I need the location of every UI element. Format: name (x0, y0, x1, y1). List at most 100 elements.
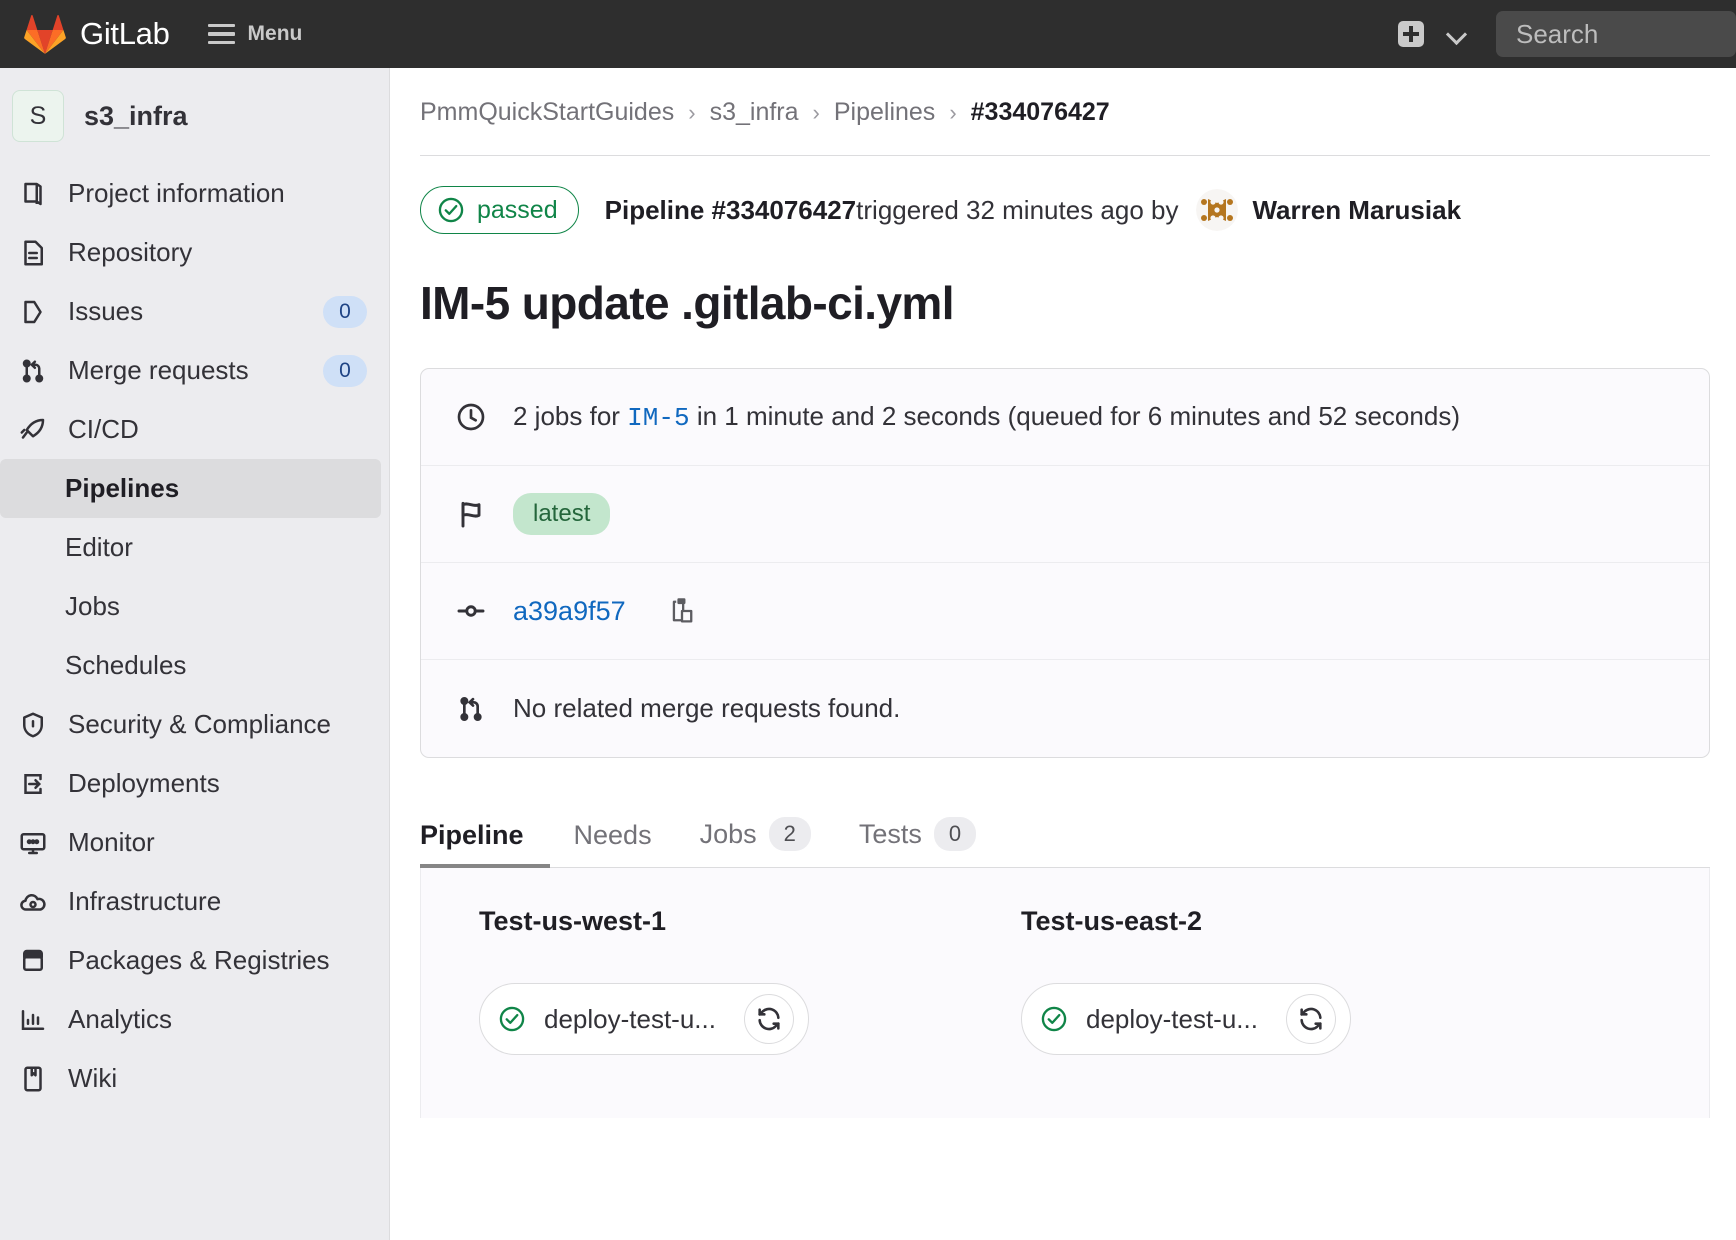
pipeline-tabs: Pipeline Needs Jobs 2 Tests 0 (420, 806, 1710, 868)
commit-sha-link[interactable]: a39a9f57 (513, 596, 626, 627)
sidebar-item-label: Security & Compliance (68, 709, 331, 740)
flag-icon (455, 498, 487, 530)
tab-needs[interactable]: Needs (550, 820, 676, 867)
breadcrumb-current: #334076427 (971, 98, 1110, 127)
job-card[interactable]: deploy-test-u... (479, 983, 809, 1055)
sidebar-item-label: Deployments (68, 768, 220, 799)
merge-request-row: No related merge requests found. (421, 660, 1709, 757)
deployments-icon (18, 769, 48, 799)
sidebar-item-label: Packages & Registries (68, 945, 330, 976)
pipeline-trigger-info: Pipeline #334076427 triggered 32 minutes… (605, 189, 1461, 231)
sidebar-item-analytics[interactable]: Analytics (0, 990, 389, 1049)
plus-square-icon[interactable] (1398, 21, 1424, 47)
sidebar-item-packages-registries[interactable]: Packages & Registries (0, 931, 389, 990)
tab-jobs[interactable]: Jobs 2 (676, 817, 835, 867)
status-badge[interactable]: passed (420, 186, 579, 234)
retry-button[interactable] (1286, 994, 1336, 1044)
tab-count-badge: 2 (769, 817, 811, 851)
sidebar-item-editor[interactable]: Editor (0, 518, 389, 577)
job-card[interactable]: deploy-test-u... (1021, 983, 1351, 1055)
retry-button[interactable] (744, 994, 794, 1044)
tab-pipeline[interactable]: Pipeline (420, 820, 550, 867)
breadcrumb-separator: › (688, 100, 695, 126)
sidebar-subitem-label: Pipelines (65, 473, 179, 504)
monitor-icon (18, 828, 48, 858)
pipeline-ref-link[interactable]: IM-5 (627, 403, 689, 433)
tab-count-badge: 0 (934, 817, 976, 851)
pipeline-trigger-text: triggered 32 minutes ago by (856, 195, 1178, 226)
project-sidebar: S s3_infra Project information Repositor… (0, 68, 390, 1240)
menu-button[interactable]: Menu (208, 22, 303, 46)
status-success-icon (498, 1005, 526, 1033)
cloud-gear-icon (18, 887, 48, 917)
identicon-avatar[interactable] (1196, 189, 1238, 231)
issues-icon (18, 297, 48, 327)
copy-to-clipboard-icon[interactable] (668, 596, 696, 626)
chevron-down-icon[interactable] (1446, 23, 1468, 45)
navbar-right-actions: Search (1398, 0, 1736, 68)
retry-icon (1297, 1005, 1325, 1033)
issues-count-badge: 0 (323, 296, 367, 328)
merge-request-icon (455, 693, 487, 725)
sidebar-item-jobs[interactable]: Jobs (0, 577, 389, 636)
sidebar-item-label: Merge requests (68, 355, 249, 386)
sidebar-item-label: Wiki (68, 1063, 117, 1094)
sidebar-subitem-label: Schedules (65, 650, 186, 681)
sidebar-subitem-label: Jobs (65, 591, 120, 622)
sidebar-item-label: CI/CD (68, 414, 139, 445)
sidebar-item-repository[interactable]: Repository (0, 223, 389, 282)
top-navbar: GitLab Menu Search (0, 0, 1736, 68)
menu-label: Menu (248, 22, 303, 46)
brand-label: GitLab (80, 16, 170, 52)
job-name: deploy-test-u... (544, 1004, 726, 1035)
retry-icon (755, 1005, 783, 1033)
pipeline-info-card: 2 jobs for IM-5 in 1 minute and 2 second… (420, 368, 1710, 758)
breadcrumb-separator: › (949, 100, 956, 126)
stage-name: Test-us-west-1 (479, 906, 809, 937)
jobs-summary-prefix: 2 jobs for (513, 401, 627, 431)
pipeline-number: Pipeline #334076427 (605, 195, 857, 226)
project-avatar: S (12, 90, 64, 142)
breadcrumb: PmmQuickStartGuides › s3_infra › Pipelin… (390, 68, 1736, 155)
search-input[interactable]: Search (1496, 11, 1736, 57)
sidebar-item-monitor[interactable]: Monitor (0, 813, 389, 872)
pipeline-header: passed Pipeline #334076427 triggered 32 … (390, 156, 1736, 234)
jobs-summary-text: 2 jobs for IM-5 in 1 minute and 2 second… (513, 401, 1460, 433)
sidebar-item-merge-requests[interactable]: Merge requests 0 (0, 341, 389, 400)
shield-icon (18, 710, 48, 740)
rocket-icon (18, 415, 48, 445)
analytics-icon (18, 1005, 48, 1035)
tab-tests[interactable]: Tests 0 (835, 817, 1000, 867)
sidebar-item-deployments[interactable]: Deployments (0, 754, 389, 813)
clock-icon (455, 401, 487, 433)
merge-requests-count-badge: 0 (323, 355, 367, 387)
pipeline-stage-column: Test-us-west-1 deploy-test-u... (479, 906, 809, 1118)
sidebar-item-wiki[interactable]: Wiki (0, 1049, 389, 1108)
main-content: PmmQuickStartGuides › s3_infra › Pipelin… (390, 68, 1736, 1240)
tab-label: Jobs (700, 819, 757, 850)
project-header[interactable]: S s3_infra (0, 68, 389, 164)
sidebar-item-cicd[interactable]: CI/CD (0, 400, 389, 459)
project-name: s3_infra (84, 101, 188, 132)
sidebar-item-project-information[interactable]: Project information (0, 164, 389, 223)
pipeline-graph: Test-us-west-1 deploy-test-u... Test-us-… (420, 868, 1710, 1118)
merge-requests-icon (18, 356, 48, 386)
sidebar-item-schedules[interactable]: Schedules (0, 636, 389, 695)
breadcrumb-pipelines[interactable]: Pipelines (834, 98, 935, 127)
breadcrumb-group[interactable]: PmmQuickStartGuides (420, 98, 674, 127)
sidebar-item-label: Issues (68, 296, 143, 327)
breadcrumb-project[interactable]: s3_infra (710, 98, 799, 127)
gitlab-brand[interactable]: GitLab (24, 14, 170, 54)
latest-tag-badge[interactable]: latest (513, 493, 610, 535)
tab-label: Pipeline (420, 820, 524, 851)
breadcrumb-separator: › (813, 100, 820, 126)
sidebar-item-pipelines[interactable]: Pipelines (0, 459, 381, 518)
pipeline-author[interactable]: Warren Marusiak (1252, 195, 1461, 226)
status-badge-label: passed (477, 196, 558, 225)
sidebar-item-label: Monitor (68, 827, 155, 858)
hamburger-icon (208, 24, 235, 45)
sidebar-item-infrastructure[interactable]: Infrastructure (0, 872, 389, 931)
tab-label: Tests (859, 819, 922, 850)
sidebar-item-security-compliance[interactable]: Security & Compliance (0, 695, 389, 754)
sidebar-item-issues[interactable]: Issues 0 (0, 282, 389, 341)
